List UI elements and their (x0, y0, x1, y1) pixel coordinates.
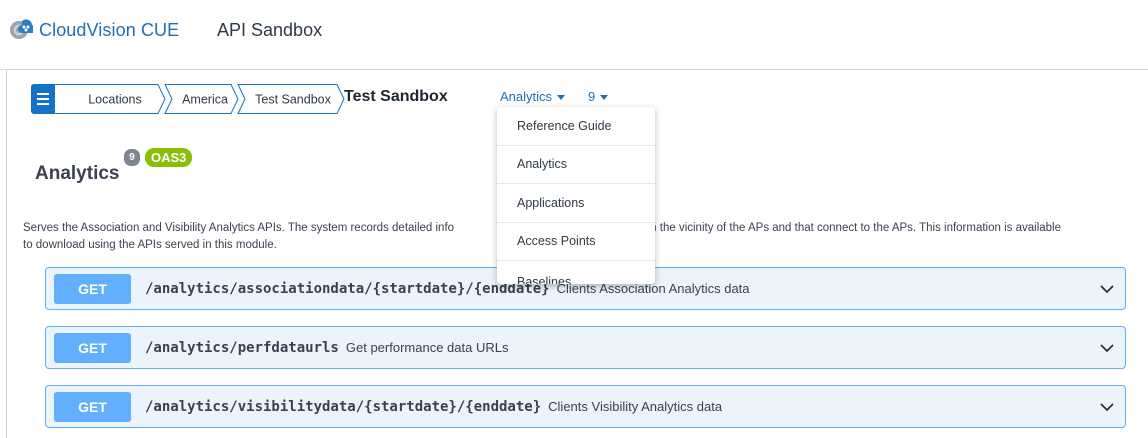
breadcrumb-item-locations[interactable]: Locations (88, 93, 142, 107)
module-dropdown-label: Analytics (500, 89, 553, 104)
brand-name: CloudVision CUE (39, 20, 179, 41)
operation-summary: Get performance data URLs (345, 340, 509, 355)
version-badge: 9 (124, 149, 140, 166)
operation-path: /analytics/associationdata/{startdate}/{… (145, 280, 550, 297)
breadcrumb-item-test-sandbox[interactable]: Test Sandbox (255, 93, 331, 107)
cloudvision-logo-icon (9, 18, 36, 42)
description-part-1: Serves the Association and Visibility An… (23, 222, 455, 234)
brand-name-text: CloudVision (39, 19, 136, 40)
menu-item-reference-guide[interactable]: Reference Guide (497, 107, 655, 146)
oas-badge: OAS3 (145, 148, 193, 167)
chevron-down-icon[interactable] (1099, 281, 1115, 297)
operation-path: /analytics/visibilitydata/{startdate}/{e… (145, 398, 542, 415)
breadcrumb: Locations America Test Sandbox (31, 84, 355, 114)
description-part-3: to download using the APIs served in thi… (23, 239, 277, 251)
http-method-badge: GET (54, 332, 131, 363)
chevron-down-icon[interactable] (1099, 340, 1115, 356)
brand-suffix: CUE (140, 19, 180, 40)
breadcrumb-trail: Locations America Test Sandbox (55, 84, 345, 114)
operation-row[interactable]: GET /analytics/perfdataurls Get performa… (45, 326, 1126, 369)
caret-down-icon (600, 94, 609, 100)
page-title: Test Sandbox (344, 88, 448, 105)
http-method-badge: GET (54, 273, 131, 304)
operation-path: /analytics/perfdataurls (145, 339, 339, 356)
module-dropdown[interactable]: Analytics (500, 89, 566, 104)
top-bar: CloudVision CUE API Sandbox (0, 0, 1148, 70)
divider (6, 70, 7, 438)
hamburger-icon[interactable] (31, 84, 55, 114)
brand[interactable]: CloudVision CUE (9, 18, 179, 42)
operation-summary: Clients Visibility Analytics data (548, 399, 723, 414)
menu-item-baselines[interactable]: Baselines (497, 261, 655, 284)
menu-item-analytics[interactable]: Analytics (497, 146, 655, 184)
menu-item-applications[interactable]: Applications (497, 184, 655, 223)
breadcrumb-item-america[interactable]: America (182, 93, 228, 107)
description-part-2: ome in the vicinity of the APs and that … (622, 222, 1061, 234)
chevron-down-icon[interactable] (1099, 399, 1115, 415)
count-dropdown[interactable]: 9 (588, 89, 609, 104)
caret-down-icon (557, 94, 566, 100)
section-title: Analytics (35, 163, 120, 184)
menu-item-access-points[interactable]: Access Points (497, 223, 655, 261)
module-dropdown-menu: Reference Guide Analytics Applications A… (497, 107, 655, 284)
count-dropdown-label: 9 (588, 89, 596, 104)
http-method-badge: GET (54, 391, 131, 422)
app-title: API Sandbox (217, 20, 323, 40)
operation-row[interactable]: GET /analytics/visibilitydata/{startdate… (45, 385, 1126, 428)
